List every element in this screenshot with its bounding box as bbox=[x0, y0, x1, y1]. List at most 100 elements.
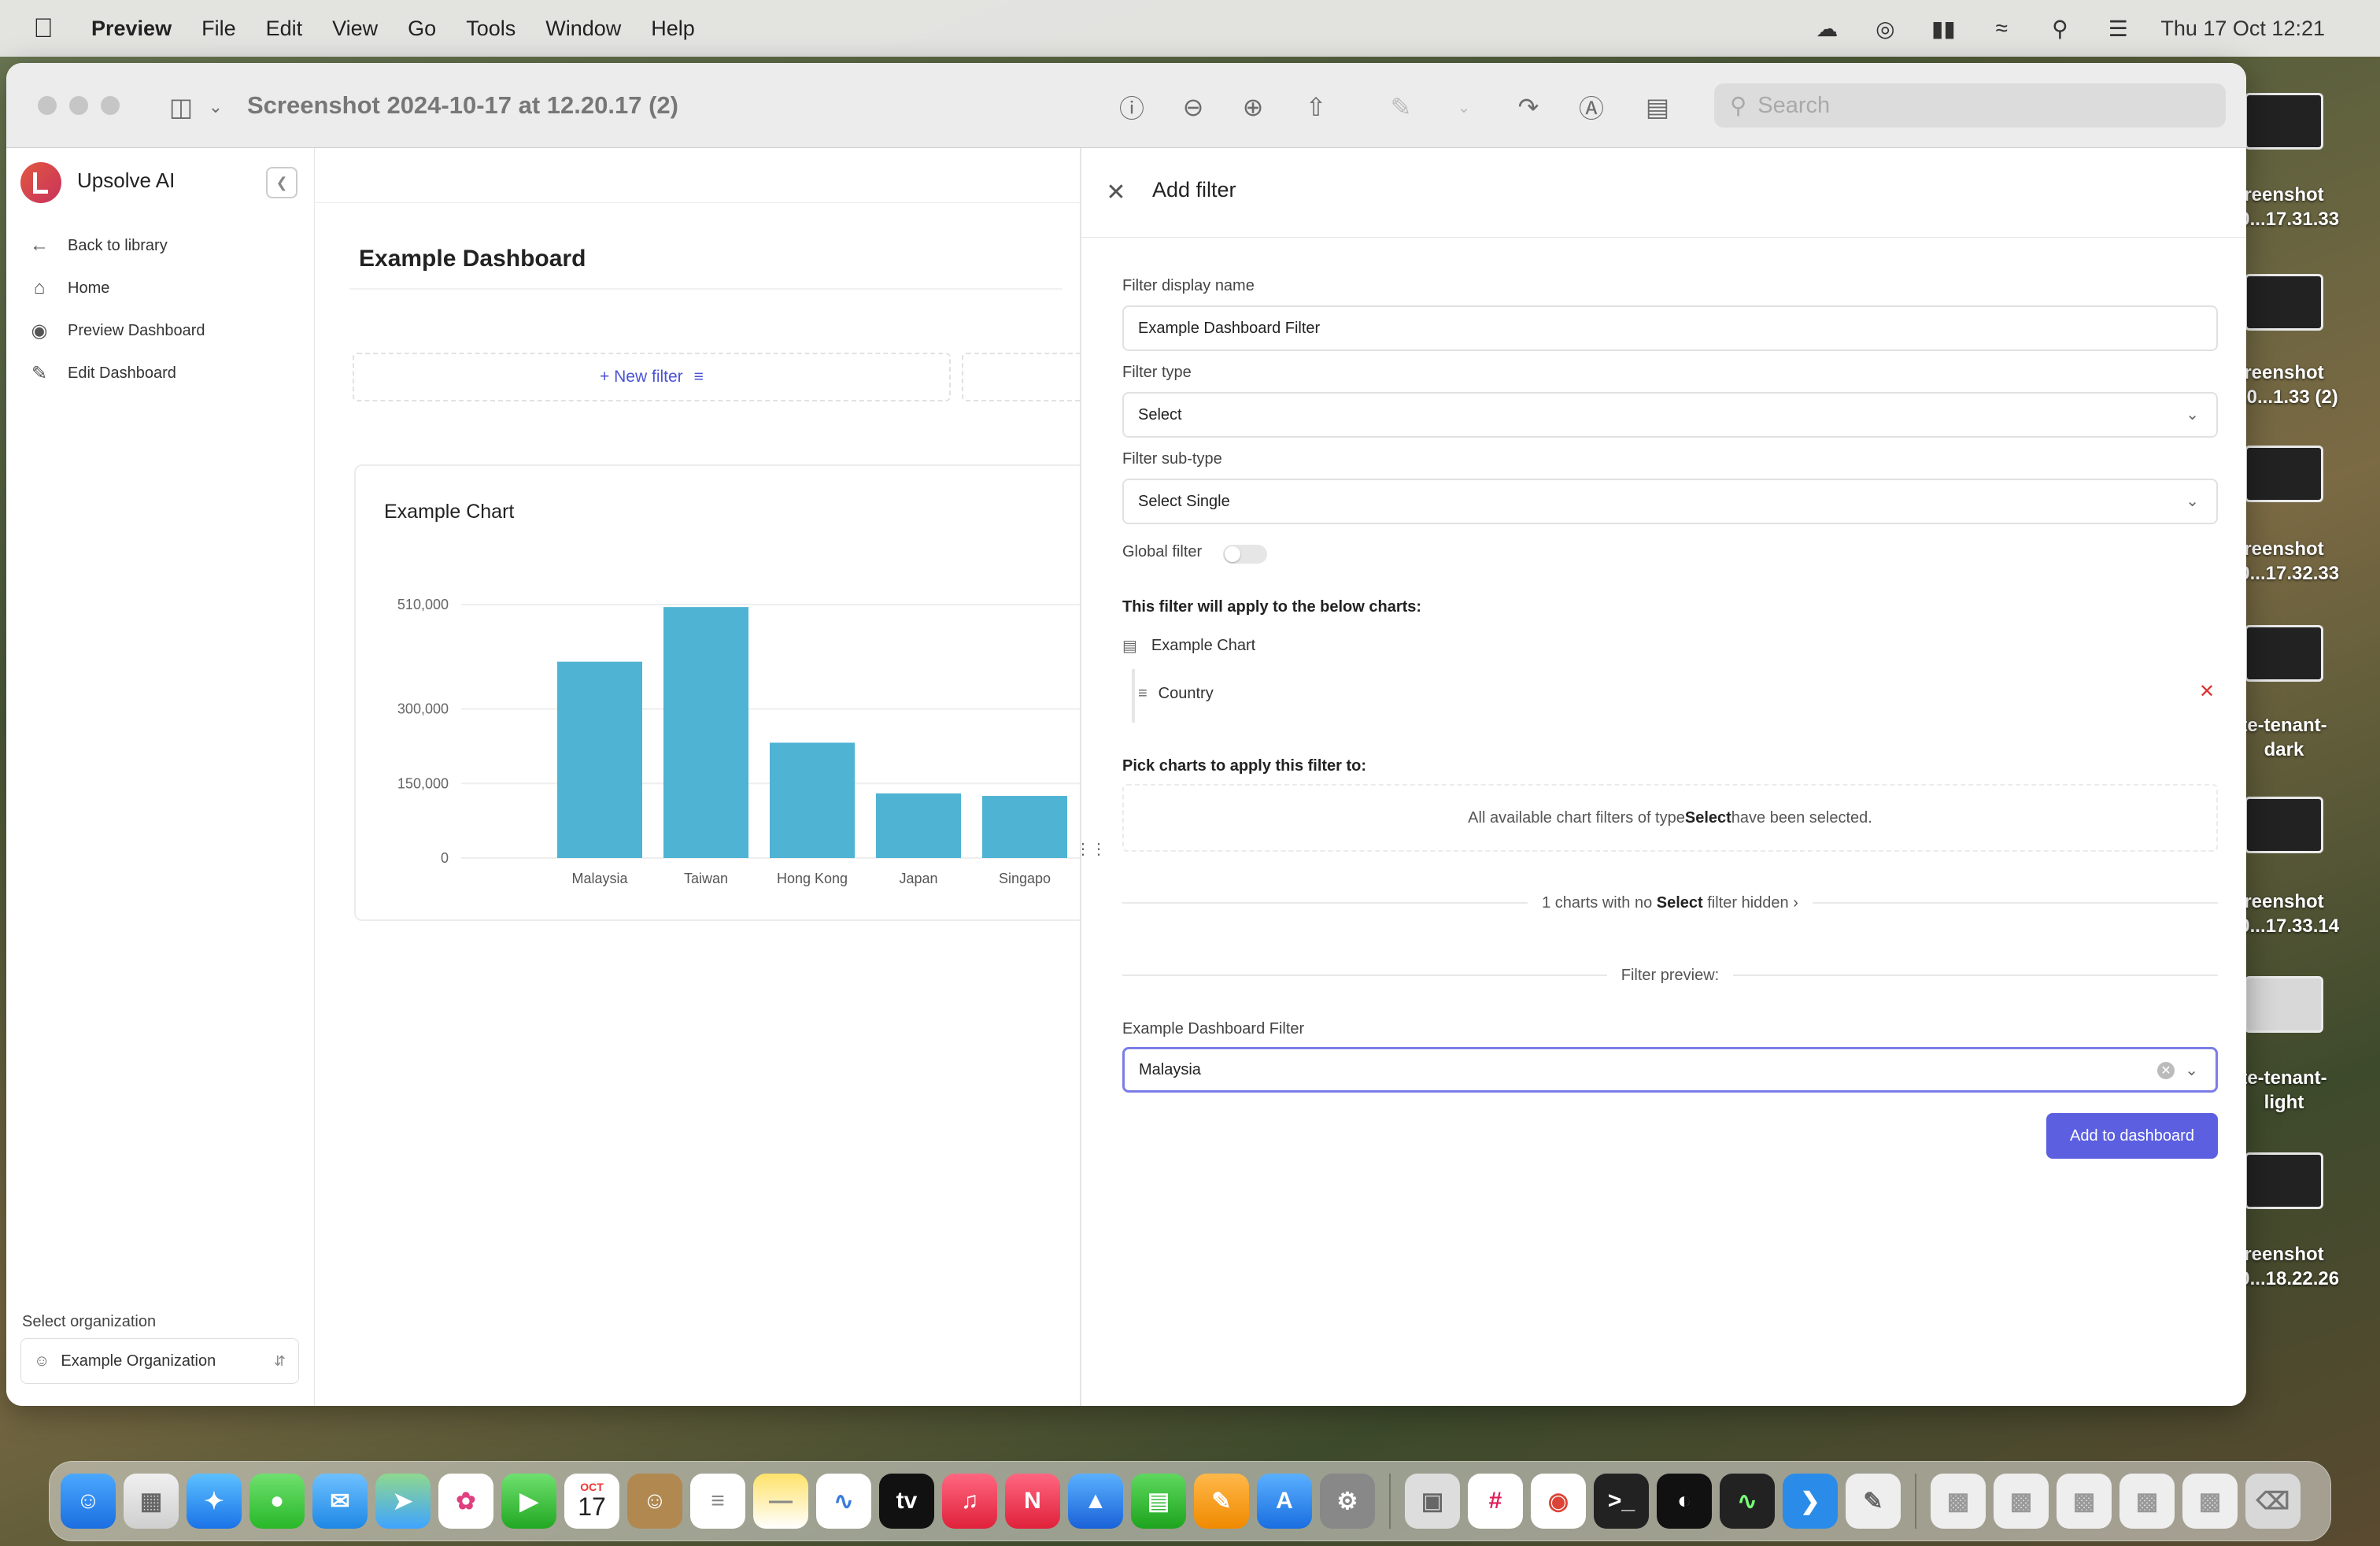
form-fill-icon[interactable]: ▤ bbox=[1640, 90, 1675, 124]
minimized-window-icon[interactable]: ▩ bbox=[1931, 1474, 1986, 1529]
sidebar-toggle-icon[interactable]: ◫ bbox=[164, 90, 198, 124]
terminal-icon[interactable]: >_ bbox=[1594, 1474, 1649, 1529]
bar[interactable] bbox=[876, 793, 961, 858]
markup-pen-icon[interactable]: ✎ bbox=[1384, 90, 1418, 124]
zoom-window-button[interactable] bbox=[101, 96, 120, 115]
global-filter-toggle[interactable] bbox=[1223, 545, 1267, 564]
filter-type-select[interactable]: Select ⌄ bbox=[1122, 392, 2218, 438]
desktop-thumbnail[interactable] bbox=[2245, 446, 2323, 502]
numbers-icon[interactable]: ▤ bbox=[1131, 1474, 1186, 1529]
screen-share-icon[interactable]: ◎ bbox=[1869, 17, 1901, 41]
desktop-thumbnail[interactable] bbox=[2245, 274, 2323, 331]
sidebar-item-preview[interactable]: ◉ Preview Dashboard bbox=[28, 315, 205, 346]
collapse-sidebar-icon[interactable]: ❮ bbox=[266, 167, 298, 198]
sidebar-item-label: Home bbox=[68, 279, 110, 297]
chevron-down-icon[interactable]: ⌄ bbox=[2185, 1060, 2198, 1080]
notes-icon[interactable]: — bbox=[753, 1474, 808, 1529]
sidebar-item-edit[interactable]: ✎ Edit Dashboard bbox=[28, 357, 176, 389]
chevron-down-icon[interactable]: ⌄ bbox=[1447, 90, 1481, 124]
desktop-thumbnail[interactable] bbox=[2245, 625, 2323, 682]
hidden-charts-row[interactable]: 1 charts with no Select filter hidden › bbox=[1122, 891, 2218, 915]
menu-view[interactable]: View bbox=[332, 17, 378, 41]
minimized-window-icon[interactable]: ▩ bbox=[2182, 1474, 2238, 1529]
keynote-icon[interactable]: ▲ bbox=[1068, 1474, 1123, 1529]
pages-icon[interactable]: ✎ bbox=[1194, 1474, 1249, 1529]
menu-go[interactable]: Go bbox=[408, 17, 436, 41]
minimize-window-button[interactable] bbox=[69, 96, 88, 115]
sidebar-item-back[interactable]: ← Back to library bbox=[28, 230, 168, 261]
preview-filter-select[interactable]: Malaysia ✕ ⌄ bbox=[1122, 1047, 2218, 1093]
activity-monitor-icon[interactable]: ∿ bbox=[1720, 1474, 1775, 1529]
org-select[interactable]: ☺ Example Organization ⇵ bbox=[20, 1338, 299, 1384]
control-center-icon[interactable]: ☰ bbox=[2102, 17, 2134, 41]
system-settings-icon[interactable]: ⚙ bbox=[1320, 1474, 1375, 1529]
bar[interactable] bbox=[982, 796, 1067, 858]
menu-edit[interactable]: Edit bbox=[266, 17, 303, 41]
filter-subtype-select[interactable]: Select Single ⌄ bbox=[1122, 479, 2218, 524]
add-to-dashboard-button[interactable]: Add to dashboard bbox=[2046, 1113, 2218, 1159]
contacts-icon[interactable]: ☺ bbox=[627, 1474, 682, 1529]
sidebar-item-home[interactable]: ⌂ Home bbox=[28, 272, 110, 304]
vscode-icon[interactable]: ❯ bbox=[1783, 1474, 1838, 1529]
desktop-thumbnail[interactable] bbox=[2245, 1152, 2323, 1209]
music-icon[interactable]: ♫ bbox=[942, 1474, 997, 1529]
launchpad-icon[interactable]: ▦ bbox=[124, 1474, 179, 1529]
annotate-icon[interactable]: Ⓐ bbox=[1574, 90, 1609, 124]
calendar-icon[interactable]: OCT 17 bbox=[564, 1474, 619, 1529]
info-icon[interactable]: ⓘ bbox=[1114, 90, 1149, 124]
search-input[interactable]: ⚲ Search bbox=[1714, 83, 2226, 128]
desktop-thumbnail[interactable] bbox=[2245, 93, 2323, 150]
app-store-icon[interactable]: A bbox=[1257, 1474, 1312, 1529]
photos-icon[interactable]: ✿ bbox=[438, 1474, 493, 1529]
close-icon[interactable]: ✕ bbox=[1103, 179, 1129, 205]
display-name-input[interactable]: Example Dashboard Filter bbox=[1122, 305, 2218, 351]
menu-help[interactable]: Help bbox=[651, 17, 695, 41]
reminders-icon[interactable]: ≡ bbox=[690, 1474, 745, 1529]
bar[interactable] bbox=[770, 742, 855, 858]
clear-icon[interactable]: ✕ bbox=[2157, 1062, 2175, 1079]
dashboard-title: Example Dashboard bbox=[359, 246, 586, 272]
slack-icon[interactable]: # bbox=[1468, 1474, 1523, 1529]
cursor-icon[interactable]: ◐ bbox=[1657, 1474, 1712, 1529]
minimized-window-icon[interactable]: ▩ bbox=[2057, 1474, 2112, 1529]
resize-handle-icon[interactable]: ⋮⋮ bbox=[1075, 839, 1107, 859]
safari-icon[interactable]: ✦ bbox=[187, 1474, 242, 1529]
menu-window[interactable]: Window bbox=[545, 17, 621, 41]
apple-icon[interactable]:  bbox=[31, 13, 55, 43]
chevron-down-icon[interactable]: ⌄ bbox=[198, 90, 233, 124]
freeform-icon[interactable]: ∿ bbox=[816, 1474, 871, 1529]
menu-clock[interactable]: Thu 17 Oct 12:21 bbox=[2160, 17, 2325, 41]
mail-icon[interactable]: ✉ bbox=[312, 1474, 368, 1529]
zoom-in-icon[interactable]: ⊕ bbox=[1236, 90, 1270, 124]
remove-dimension-icon[interactable]: ✕ bbox=[2199, 680, 2215, 703]
news-icon[interactable]: N bbox=[1005, 1474, 1060, 1529]
finder-icon[interactable]: ☺ bbox=[61, 1474, 116, 1529]
menu-app-name[interactable]: Preview bbox=[91, 17, 172, 41]
desktop-thumbnail[interactable] bbox=[2245, 976, 2323, 1033]
menu-tools[interactable]: Tools bbox=[466, 17, 516, 41]
minimized-window-icon[interactable]: ▩ bbox=[2119, 1474, 2175, 1529]
maps-icon[interactable]: ➤ bbox=[375, 1474, 431, 1529]
share-icon[interactable]: ⇧ bbox=[1299, 90, 1333, 124]
messages-icon[interactable]: ● bbox=[249, 1474, 305, 1529]
preview-app-icon[interactable]: ▣ bbox=[1405, 1474, 1460, 1529]
wifi-icon[interactable]: ≈ bbox=[1986, 16, 2017, 40]
trash-icon[interactable]: ⌫ bbox=[2245, 1474, 2301, 1529]
spotlight-icon[interactable]: ⚲ bbox=[2044, 17, 2075, 41]
rotate-icon[interactable]: ↷ bbox=[1511, 90, 1546, 124]
menu-file[interactable]: File bbox=[201, 17, 236, 41]
close-window-button[interactable] bbox=[38, 96, 57, 115]
chrome-icon[interactable]: ◉ bbox=[1531, 1474, 1586, 1529]
bar[interactable] bbox=[663, 607, 748, 858]
bar[interactable] bbox=[557, 661, 642, 858]
zoom-out-icon[interactable]: ⊖ bbox=[1176, 90, 1210, 124]
facetime-icon[interactable]: ▶ bbox=[501, 1474, 556, 1529]
cloud-status-icon[interactable]: ☁ bbox=[1811, 17, 1842, 41]
textedit-icon[interactable]: ✎ bbox=[1846, 1474, 1901, 1529]
minimized-window-icon[interactable]: ▩ bbox=[1994, 1474, 2049, 1529]
battery-icon[interactable]: ▮▮ bbox=[1927, 17, 1959, 41]
panel-header: ✕ Add filter bbox=[1081, 148, 2246, 238]
apple-tv-icon[interactable]: tv bbox=[879, 1474, 934, 1529]
desktop-thumbnail[interactable] bbox=[2245, 797, 2323, 853]
new-filter-button[interactable]: + New filter ≡ bbox=[353, 353, 951, 401]
